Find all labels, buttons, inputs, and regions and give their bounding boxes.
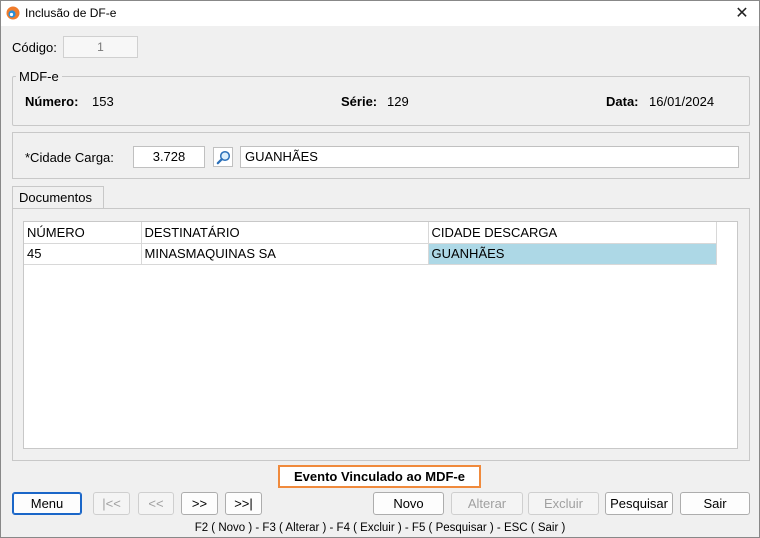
close-icon[interactable]: ✕ (729, 2, 755, 24)
shortcut-hints: F2 ( Novo ) - F3 ( Alterar ) - F4 ( Excl… (194, 522, 566, 534)
cidade-carga-code-input[interactable]: 3.728 (133, 146, 205, 168)
excluir-button[interactable]: Excluir (528, 492, 599, 515)
tab-documentos[interactable]: Documentos (12, 186, 104, 209)
cell-cidade-descarga[interactable]: GUANHÃES (428, 243, 717, 265)
codigo-label: Código: (12, 40, 57, 55)
window-title: Inclusão de DF-e (25, 6, 117, 20)
codigo-field[interactable]: 1 (63, 36, 138, 58)
mdfe-groupbox (12, 76, 750, 126)
column-header-numero[interactable]: NÚMERO (24, 222, 142, 244)
menu-button[interactable]: Menu (12, 492, 82, 515)
previous-record-button[interactable]: << (138, 492, 174, 515)
column-header-cidade-descarga[interactable]: CIDADE DESCARGA (428, 222, 717, 244)
table-row[interactable]: 45 MINASMAQUINAS SA GUANHÃES (24, 243, 717, 265)
cidade-carga-name-field[interactable]: GUANHÃES (240, 146, 739, 168)
numero-value: 153 (92, 94, 114, 109)
novo-button[interactable]: Novo (373, 492, 444, 515)
serie-value: 129 (387, 94, 409, 109)
cidade-carga-label: *Cidade Carga: (25, 150, 114, 165)
documentos-grid[interactable]: NÚMERO DESTINATÁRIO CIDADE DESCARGA 45 M… (23, 221, 738, 449)
cell-destinatario[interactable]: MINASMAQUINAS SA (141, 243, 429, 265)
serie-label: Série: (341, 94, 378, 109)
last-record-button[interactable]: >>| (225, 492, 262, 515)
dialog-window: Inclusão de DF-e ✕ Código: 1 MDF-e Númer… (0, 0, 760, 538)
data-label: Data: (606, 94, 639, 109)
sair-button[interactable]: Sair (680, 492, 750, 515)
numero-label: Número: (25, 94, 79, 109)
next-record-button[interactable]: >> (181, 492, 218, 515)
cell-numero[interactable]: 45 (24, 243, 142, 265)
data-value: 16/01/2024 (649, 94, 715, 109)
mdfe-legend: MDF-e (16, 69, 62, 84)
magnifier-icon[interactable] (213, 147, 233, 167)
pesquisar-button[interactable]: Pesquisar (605, 492, 673, 515)
app-icon (6, 6, 20, 20)
evento-vinculado-label[interactable]: Evento Vinculado ao MDF-e (278, 465, 481, 488)
alterar-button[interactable]: Alterar (451, 492, 523, 515)
first-record-button[interactable]: |<< (93, 492, 130, 515)
title-bar: Inclusão de DF-e ✕ (1, 1, 759, 26)
column-header-destinatario[interactable]: DESTINATÁRIO (141, 222, 429, 244)
